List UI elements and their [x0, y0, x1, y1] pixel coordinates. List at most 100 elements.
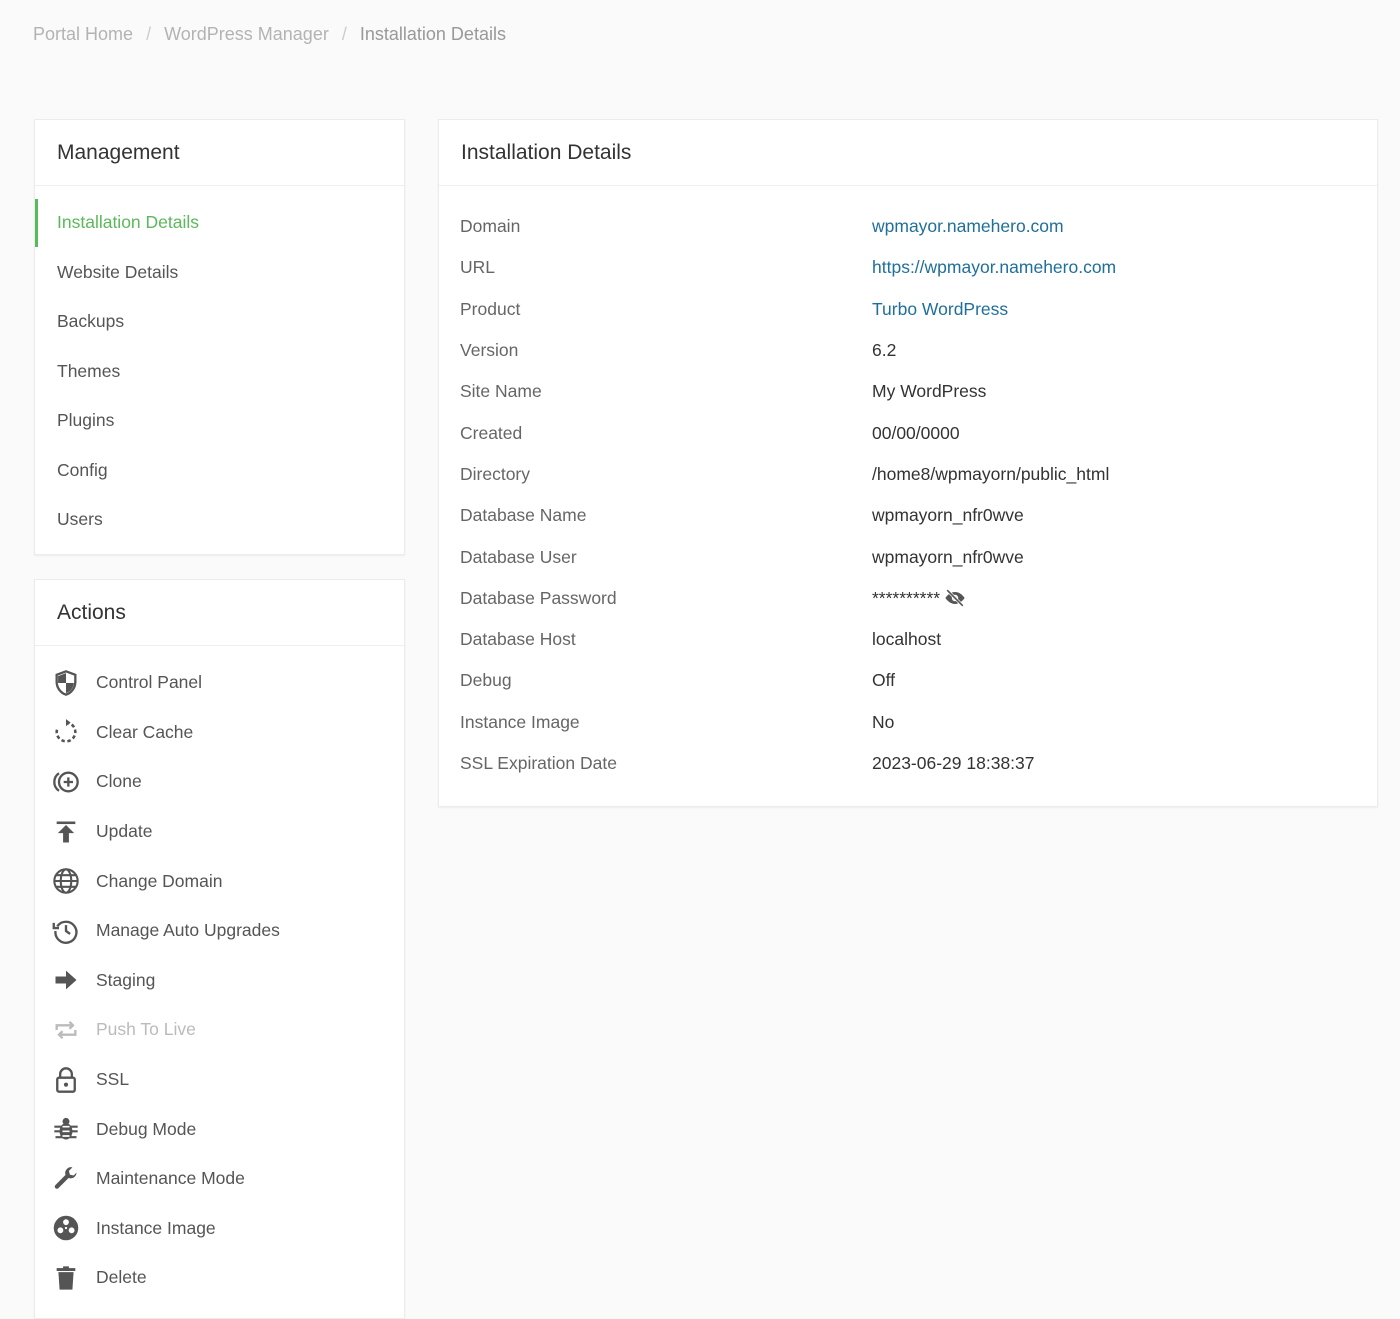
detail-value: wpmayorn_nfr0wve — [872, 546, 1024, 567]
detail-label: Database User — [460, 546, 577, 567]
actions-panel: Actions Control Panel Clear Cache Clone … — [34, 579, 405, 1319]
detail-row-version: Version 6.2 — [439, 330, 1377, 371]
bug-icon — [50, 1113, 82, 1145]
menu-item-installation-details[interactable]: Installation Details — [35, 198, 404, 248]
management-menu: Installation Details Website Details Bac… — [35, 186, 404, 545]
action-maintenance-mode[interactable]: Maintenance Mode — [35, 1154, 404, 1204]
detail-value: My WordPress — [872, 381, 987, 402]
detail-label: Database Name — [460, 505, 587, 526]
action-label: Debug Mode — [96, 1118, 197, 1139]
action-change-domain[interactable]: Change Domain — [35, 856, 404, 906]
detail-label: Created — [460, 422, 523, 443]
detail-row-database-name: Database Name wpmayorn_nfr0wve — [439, 495, 1377, 536]
repeat-icon — [50, 1014, 82, 1046]
action-label: Manage Auto Upgrades — [96, 920, 280, 941]
detail-value: 6.2 — [872, 340, 897, 361]
product-link[interactable]: Turbo WordPress — [872, 299, 1008, 320]
shield-icon — [50, 667, 82, 699]
menu-item-label: Config — [57, 459, 108, 480]
installation-details-panel: Installation Details Domain wpmayor.name… — [438, 119, 1378, 807]
domain-link[interactable]: wpmayor.namehero.com — [872, 216, 1064, 237]
globe-icon — [50, 865, 82, 897]
action-label: Maintenance Mode — [96, 1168, 245, 1189]
detail-row-site-name: Site Name My WordPress — [439, 371, 1377, 412]
action-label: Push To Live — [96, 1019, 196, 1040]
action-instance-image[interactable]: Instance Image — [35, 1204, 404, 1254]
menu-item-backups[interactable]: Backups — [35, 297, 404, 347]
action-staging[interactable]: Staging — [35, 956, 404, 1006]
action-debug-mode[interactable]: Debug Mode — [35, 1104, 404, 1154]
breadcrumb-separator: / — [146, 24, 152, 44]
menu-item-label: Themes — [57, 360, 121, 381]
film-reel-icon — [50, 1212, 82, 1244]
detail-row-domain: Domain wpmayor.namehero.com — [439, 206, 1377, 247]
refresh-icon — [50, 716, 82, 748]
detail-label: Instance Image — [460, 711, 580, 732]
menu-item-users[interactable]: Users — [35, 495, 404, 545]
menu-item-website-details[interactable]: Website Details — [35, 248, 404, 298]
menu-item-plugins[interactable]: Plugins — [35, 396, 404, 446]
detail-row-url: URL https://wpmayor.namehero.com — [439, 247, 1377, 288]
detail-label: Site Name — [460, 381, 542, 402]
action-label: Delete — [96, 1267, 147, 1288]
breadcrumb-current: Installation Details — [359, 24, 506, 44]
password-value: ********** — [872, 587, 966, 609]
menu-item-label: Installation Details — [57, 212, 200, 233]
detail-label: Database Host — [460, 629, 576, 650]
detail-row-created: Created 00/00/0000 — [439, 412, 1377, 453]
action-label: Control Panel — [96, 672, 203, 693]
detail-row-database-user: Database User wpmayorn_nfr0wve — [439, 536, 1377, 577]
detail-row-ssl-expiration-date: SSL Expiration Date 2023-06-29 18:38:37 — [439, 743, 1377, 784]
detail-row-debug: Debug Off — [439, 660, 1377, 701]
detail-label: Debug — [460, 670, 512, 691]
management-panel: Management Installation Details Website … — [34, 119, 405, 555]
action-control-panel[interactable]: Control Panel — [35, 658, 404, 708]
action-label: Change Domain — [96, 870, 223, 891]
wrench-icon — [50, 1163, 82, 1195]
detail-row-instance-image: Instance Image No — [439, 702, 1377, 743]
menu-item-label: Users — [57, 509, 103, 530]
detail-row-database-host: Database Host localhost — [439, 619, 1377, 660]
detail-label: Domain — [460, 216, 521, 237]
detail-label: Product — [460, 298, 521, 319]
history-icon — [50, 915, 82, 947]
eye-slash-icon[interactable] — [944, 587, 966, 609]
menu-item-config[interactable]: Config — [35, 446, 404, 496]
menu-item-themes[interactable]: Themes — [35, 347, 404, 397]
detail-value: localhost — [872, 629, 942, 650]
action-manage-auto-upgrades[interactable]: Manage Auto Upgrades — [35, 906, 404, 956]
url-link[interactable]: https://wpmayor.namehero.com — [872, 257, 1116, 278]
detail-row-directory: Directory /home8/wpmayorn/public_html — [439, 454, 1377, 495]
password-masked: ********** — [872, 587, 941, 608]
action-label: Clone — [96, 771, 142, 792]
action-delete[interactable]: Delete — [35, 1253, 404, 1303]
details-title: Installation Details — [439, 120, 1377, 186]
arrow-right-icon — [50, 964, 82, 996]
breadcrumb-separator: / — [341, 24, 347, 44]
detail-value: 00/00/0000 — [872, 422, 960, 443]
detail-value: 2023-06-29 18:38:37 — [872, 753, 1035, 773]
detail-value: wpmayorn_nfr0wve — [872, 505, 1024, 526]
actions-title: Actions — [35, 580, 404, 646]
detail-value: /home8/wpmayorn/public_html — [872, 463, 1110, 484]
breadcrumb-portal-home[interactable]: Portal Home — [33, 24, 133, 44]
action-clear-cache[interactable]: Clear Cache — [35, 708, 404, 758]
action-push-to-live[interactable]: Push To Live — [35, 1005, 404, 1055]
action-ssl[interactable]: SSL — [35, 1055, 404, 1105]
actions-list: Control Panel Clear Cache Clone Update C… — [35, 646, 404, 1303]
action-update[interactable]: Update — [35, 807, 404, 857]
breadcrumb-wordpress-manager[interactable]: WordPress Manager — [164, 24, 329, 44]
action-label: Staging — [96, 969, 156, 990]
details-table: Domain wpmayor.namehero.com URL https://… — [439, 186, 1377, 784]
menu-item-label: Backups — [57, 311, 125, 332]
detail-value: Off — [872, 670, 896, 691]
lock-icon — [50, 1064, 82, 1096]
clone-icon — [50, 766, 82, 798]
action-clone[interactable]: Clone — [35, 757, 404, 807]
upload-icon — [50, 816, 82, 848]
trash-icon — [50, 1262, 82, 1294]
menu-item-label: Plugins — [57, 410, 115, 431]
management-title: Management — [35, 120, 404, 186]
action-label: Update — [96, 821, 153, 842]
detail-label: SSL Expiration Date — [460, 753, 617, 773]
